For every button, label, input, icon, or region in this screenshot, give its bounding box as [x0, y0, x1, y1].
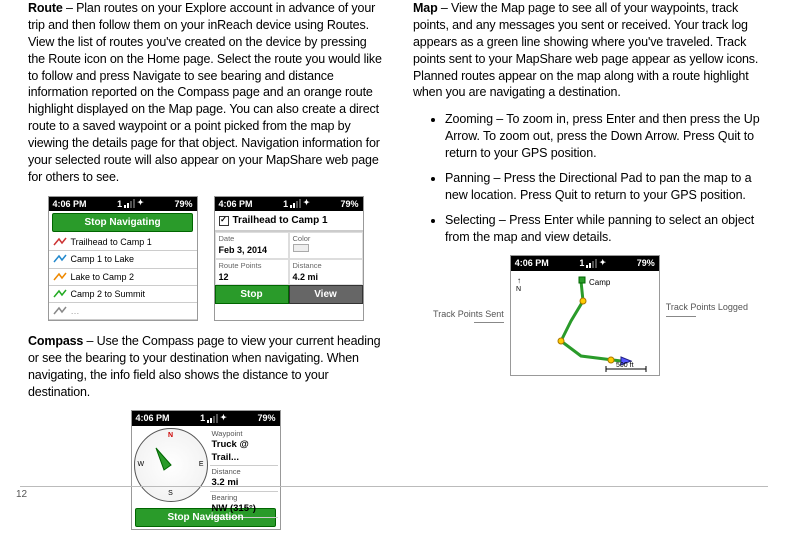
track-point-sent-icon	[558, 338, 564, 344]
routes-list-screen: 4:06 PM 1 ✦ 79% Stop Navigating Trailhea…	[48, 196, 198, 321]
status-battery: 79%	[340, 198, 358, 210]
list-item[interactable]: Camp 2 to Summit	[49, 286, 197, 303]
waypoint-flag-icon	[579, 277, 585, 283]
status-bar: 4:06 PM 1 ✦ 79%	[132, 411, 280, 425]
track-log-line	[561, 281, 621, 361]
footer-divider	[20, 486, 768, 487]
status-bar: 4:06 PM 1 ✦ 79%	[511, 256, 659, 270]
status-bar: 4:06 PM 1 ✦ 79%	[49, 197, 197, 211]
page-number: 12	[16, 488, 27, 502]
map-bullet-list: Zooming – To zoom in, press Enter and th…	[413, 111, 768, 245]
status-time: 4:06 PM	[515, 257, 549, 269]
route-paragraph: Route – Plan routes on your Explore acco…	[28, 0, 383, 186]
satellite-icon: ✦	[220, 413, 227, 424]
svg-text:Camp: Camp	[589, 278, 611, 287]
svg-text:N: N	[516, 286, 521, 293]
routes-list: Trailhead to Camp 1 Camp 1 to Lake Lake …	[49, 234, 197, 320]
stop-navigating-button[interactable]: Stop Navigating	[52, 213, 193, 233]
list-item: Selecting – Press Enter while panning to…	[445, 212, 768, 246]
status-time: 4:06 PM	[136, 412, 170, 424]
status-signal: 1 ✦	[283, 198, 310, 210]
map-paragraph: Map – View the Map page to see all of yo…	[413, 0, 768, 101]
compass-screen: 4:06 PM 1 ✦ 79% N E S W	[131, 410, 281, 530]
annotation-logged: Track Points Logged	[666, 301, 748, 313]
stop-button[interactable]: Stop	[215, 285, 289, 305]
satellite-icon: ✦	[303, 198, 310, 209]
route-figures: 4:06 PM 1 ✦ 79% Stop Navigating Trailhea…	[28, 196, 383, 321]
status-time: 4:06 PM	[219, 198, 253, 210]
status-bar: 4:06 PM 1 ✦ 79%	[215, 197, 363, 211]
satellite-icon: ✦	[599, 258, 606, 269]
map-title: Map	[413, 1, 438, 15]
view-button[interactable]: View	[289, 285, 363, 305]
status-signal: 1 ✦	[579, 257, 606, 269]
compass-dial: N E S W	[134, 428, 208, 502]
annotation-sent: Track Points Sent	[433, 308, 504, 320]
map-canvas[interactable]: ↑ N Camp 500 ft	[511, 271, 659, 375]
list-item: Zooming – To zoom in, press Enter and th…	[445, 111, 768, 162]
list-item[interactable]: …	[49, 303, 197, 320]
map-body: – View the Map page to see all of your w…	[413, 1, 758, 99]
track-point-sent-icon	[608, 357, 614, 363]
status-battery: 79%	[637, 257, 655, 269]
satellite-icon: ✦	[137, 198, 144, 209]
route-detail-screen: 4:06 PM 1 ✦ 79% ✓ Trailhead to Camp 1 Da…	[214, 196, 364, 321]
svg-text:500 ft: 500 ft	[616, 362, 634, 369]
north-indicator: ↑	[517, 276, 521, 285]
track-point-sent-icon	[580, 298, 586, 304]
status-signal: 1 ✦	[117, 198, 144, 210]
list-item[interactable]: Camp 1 to Lake	[49, 251, 197, 268]
color-swatch	[293, 244, 309, 252]
compass-title: Compass	[28, 334, 83, 348]
status-battery: 79%	[257, 412, 275, 424]
list-item: Panning – Press the Directional Pad to p…	[445, 170, 768, 204]
compass-figure: 4:06 PM 1 ✦ 79% N E S W	[28, 410, 383, 530]
route-title: Route	[28, 1, 63, 15]
status-battery: 79%	[174, 198, 192, 210]
map-screen: 4:06 PM 1 ✦ 79% ↑ N	[510, 255, 660, 375]
route-detail-header[interactable]: ✓ Trailhead to Camp 1	[215, 211, 363, 232]
list-item[interactable]: Trailhead to Camp 1	[49, 234, 197, 251]
route-body: – Plan routes on your Explore account in…	[28, 1, 382, 184]
checkbox-icon[interactable]: ✓	[219, 216, 229, 226]
list-item[interactable]: Lake to Camp 2	[49, 269, 197, 286]
compass-paragraph: Compass – Use the Compass page to view y…	[28, 333, 383, 401]
status-signal: 1 ✦	[200, 412, 227, 424]
status-time: 4:06 PM	[53, 198, 87, 210]
map-figure: Track Points Sent 4:06 PM 1 ✦ 79% ↑	[413, 255, 768, 375]
compass-arrow-icon	[146, 440, 196, 490]
